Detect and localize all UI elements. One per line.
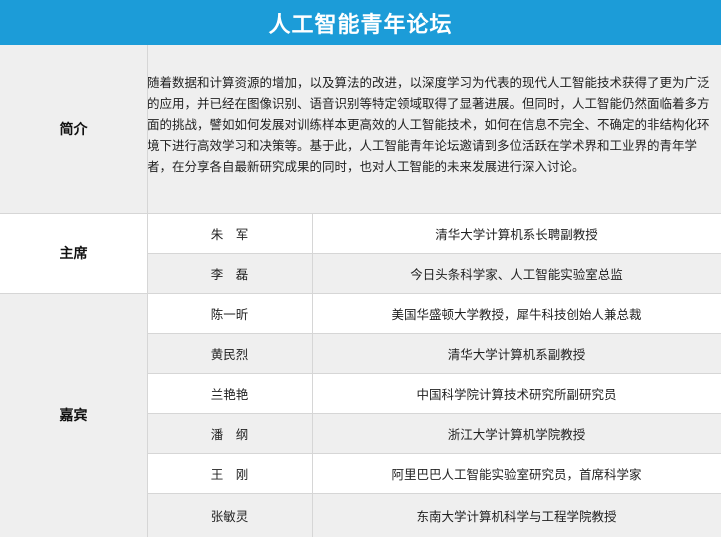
chair-title: 今日头条科学家、人工智能实验室总监: [312, 253, 721, 293]
guest-title: 美国华盛顿大学教授，犀牛科技创始人兼总裁: [312, 293, 721, 333]
row-divider: [147, 453, 721, 454]
row-divider: [147, 253, 721, 254]
guests-label: 嘉宾: [0, 293, 147, 537]
page-title: 人工智能青年论坛: [0, 0, 721, 45]
guest-title: 清华大学计算机系副教授: [312, 333, 721, 373]
guest-name: 兰艳艳: [147, 373, 312, 413]
row-divider: [147, 373, 721, 374]
intro-text: 随着数据和计算资源的增加，以及算法的改进，以深度学习为代表的现代人工智能技术获得…: [147, 45, 721, 213]
column-divider: [312, 213, 313, 537]
guest-title: 阿里巴巴人工智能实验室研究员，首席科学家: [312, 453, 721, 493]
guest-name: 张敏灵: [147, 493, 312, 537]
forum-table: 简介 随着数据和计算资源的增加，以及算法的改进，以深度学习为代表的现代人工智能技…: [0, 45, 721, 537]
guest-name: 陈一昕: [147, 293, 312, 333]
column-divider: [147, 45, 148, 537]
guest-name: 王 刚: [147, 453, 312, 493]
chairs-label: 主席: [0, 213, 147, 293]
row-divider: [0, 293, 721, 294]
guest-name: 黄民烈: [147, 333, 312, 373]
row-divider: [0, 213, 721, 214]
guest-title: 东南大学计算机科学与工程学院教授: [312, 493, 721, 537]
intro-label: 简介: [0, 45, 147, 213]
row-divider: [147, 413, 721, 414]
chair-name: 李 磊: [147, 253, 312, 293]
guest-name: 潘 纲: [147, 413, 312, 453]
chair-name: 朱 军: [147, 213, 312, 253]
guest-title: 中国科学院计算技术研究所副研究员: [312, 373, 721, 413]
row-divider: [147, 493, 721, 494]
row-divider: [147, 333, 721, 334]
chair-title: 清华大学计算机系长聘副教授: [312, 213, 721, 253]
forum-page: 人工智能青年论坛 简介 随着数据和计算资源的增加，以及算法的改进，以深度学习为代…: [0, 0, 721, 537]
guest-title: 浙江大学计算机学院教授: [312, 413, 721, 453]
